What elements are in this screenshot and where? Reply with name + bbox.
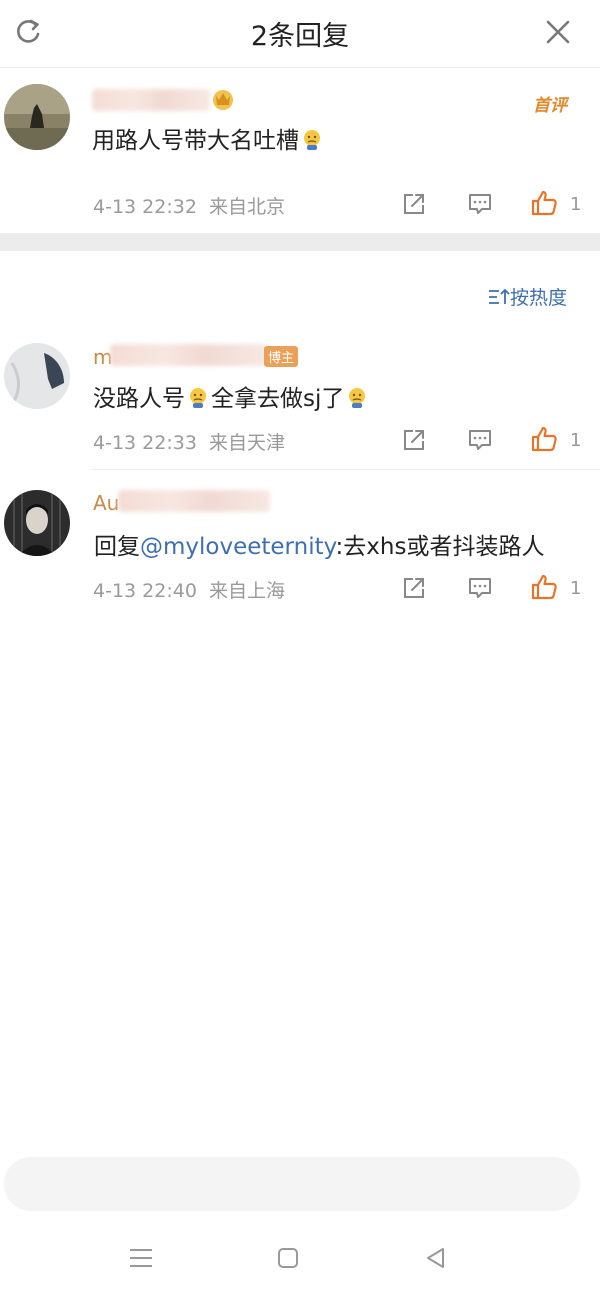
emoji-icon — [190, 388, 206, 408]
home-icon[interactable] — [274, 1244, 302, 1272]
reply-text-part2: 全拿去做sj了 — [211, 386, 345, 412]
back-icon[interactable] — [422, 1244, 450, 1272]
like-count: 1 — [570, 430, 582, 451]
reply-time: 4-13 22:40 — [93, 580, 197, 602]
first-comment-tag: 首评 — [533, 96, 567, 116]
close-icon[interactable] — [542, 16, 574, 48]
reply-content: 回复@myloveeternity:去xhs或者抖装路人 — [94, 527, 544, 561]
share-icon[interactable] — [400, 426, 428, 454]
comment-content: 用路人号带大名吐槽 — [92, 121, 325, 155]
reply-time: 4-13 22:33 — [93, 432, 197, 454]
comment-time: 4-13 22:32 — [93, 196, 197, 218]
reply-input[interactable] — [4, 1157, 580, 1211]
author-badge: 博主 — [264, 346, 299, 367]
reply-prefix: 回复 — [94, 534, 140, 560]
share-icon[interactable] — [400, 190, 428, 218]
like-icon[interactable] — [530, 189, 558, 217]
row-divider — [92, 469, 600, 470]
reply-meta: 4-13 22:40 来自上海 — [93, 576, 285, 603]
reply-location: 来自天津 — [208, 432, 285, 454]
header-bar: 2条回复 — [0, 0, 600, 68]
sort-toggle[interactable]: 按热度 — [488, 283, 567, 310]
page-title: 2条回复 — [250, 21, 350, 52]
avatar[interactable] — [4, 343, 70, 409]
emoji-icon — [349, 388, 366, 408]
sort-label: 按热度 — [510, 287, 568, 309]
reply-text: :去xhs或者抖装路人 — [335, 534, 545, 560]
emoji-icon — [304, 130, 320, 150]
username-blurred[interactable] — [92, 89, 210, 111]
avatar[interactable] — [4, 490, 70, 556]
like-count: 1 — [570, 578, 582, 599]
share-icon[interactable] — [400, 574, 428, 602]
section-divider — [0, 233, 600, 251]
like-icon[interactable] — [530, 573, 558, 601]
crown-badge-icon — [213, 90, 233, 110]
comment-text: 用路人号带大名吐槽 — [92, 128, 299, 154]
comment-meta: 4-13 22:32 来自北京 — [93, 192, 285, 219]
avatar[interactable] — [4, 84, 70, 150]
like-icon[interactable] — [530, 425, 558, 453]
like-count: 1 — [570, 194, 582, 215]
sort-icon — [489, 288, 510, 304]
reply-icon[interactable] — [466, 426, 494, 454]
menu-icon[interactable] — [127, 1244, 155, 1272]
reply-text-part1: 没路人号 — [93, 386, 185, 412]
reply-icon[interactable] — [466, 190, 494, 218]
username-prefix[interactable]: Au — [93, 491, 119, 515]
reply-meta: 4-13 22:33 来自天津 — [93, 428, 285, 455]
reply-icon[interactable] — [466, 574, 494, 602]
reply-content: 没路人号 全拿去做sj了 — [93, 379, 370, 413]
username-blurred[interactable] — [118, 490, 270, 512]
system-nav-bar — [0, 1234, 600, 1284]
comment-location: 来自北京 — [208, 196, 285, 218]
reply-location: 来自上海 — [208, 580, 285, 602]
mention-link[interactable]: @myloveeternity — [140, 534, 336, 560]
username-blurred[interactable] — [110, 344, 266, 366]
